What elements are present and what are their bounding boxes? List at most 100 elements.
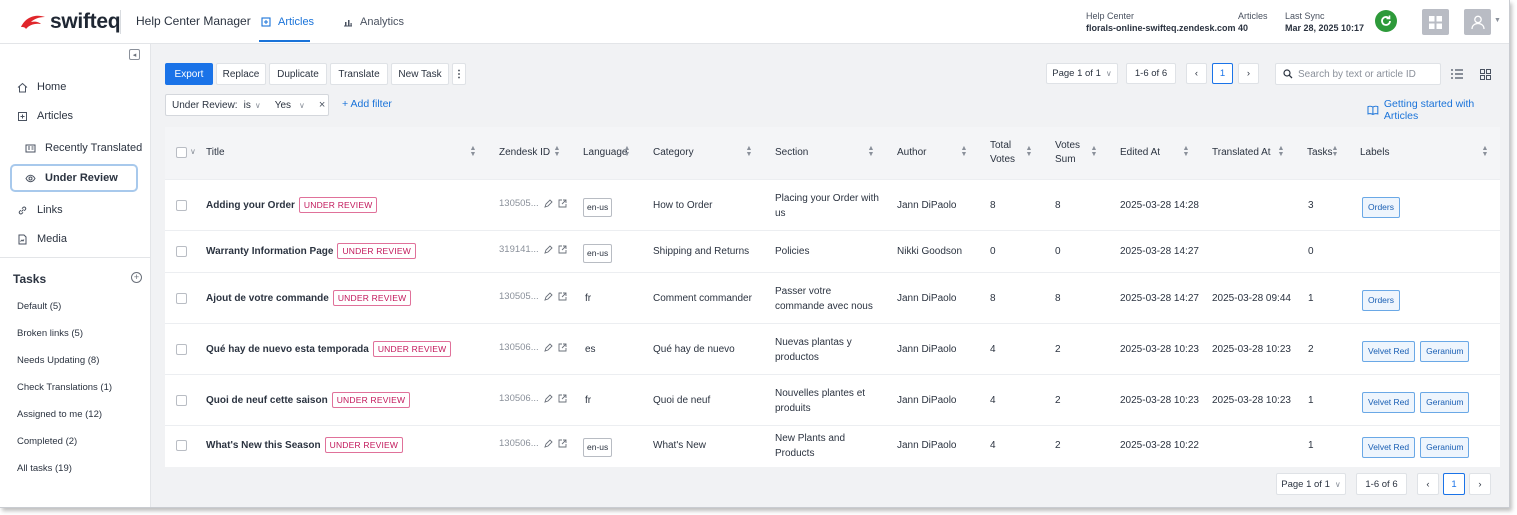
label-tag[interactable]: Geranium bbox=[1420, 437, 1470, 458]
external-link-icon[interactable] bbox=[558, 439, 567, 448]
article-title[interactable]: Ajout de votre commande bbox=[206, 293, 329, 304]
article-title[interactable]: What's New this Season bbox=[206, 440, 321, 451]
sidebar-item-recently-translated[interactable]: Recently Translated bbox=[25, 142, 142, 154]
sort-icon[interactable]: ▲ ▼ bbox=[1331, 145, 1339, 158]
column-labels[interactable]: Labels bbox=[1360, 127, 1389, 179]
sort-icon[interactable]: ▲ ▼ bbox=[469, 145, 477, 158]
row-checkbox[interactable] bbox=[176, 246, 187, 257]
tab-analytics[interactable]: Analytics bbox=[343, 16, 404, 28]
add-task-button[interactable]: + bbox=[131, 272, 142, 283]
edit-icon[interactable] bbox=[543, 245, 553, 254]
sync-button[interactable] bbox=[1375, 10, 1397, 32]
more-actions-button[interactable]: ⋮ bbox=[452, 63, 466, 85]
label-tag[interactable]: Velvet Red bbox=[1362, 341, 1416, 362]
row-checkbox[interactable] bbox=[176, 395, 187, 406]
chevron-down-icon[interactable]: ▼ bbox=[1494, 17, 1501, 24]
sort-icon[interactable]: ▲ ▼ bbox=[960, 145, 968, 158]
sort-icon[interactable]: ▲ ▼ bbox=[745, 145, 753, 158]
external-link-icon[interactable] bbox=[558, 394, 567, 403]
translate-button[interactable]: Translate bbox=[330, 63, 388, 85]
current-page-button[interactable]: 1 bbox=[1212, 63, 1233, 84]
sort-icon[interactable]: ▲ ▼ bbox=[553, 145, 561, 158]
collapse-sidebar-button[interactable]: ◂ bbox=[129, 49, 140, 60]
task-item-check-translations[interactable]: Check Translations (1) bbox=[17, 382, 112, 393]
label-tag[interactable]: Velvet Red bbox=[1362, 392, 1416, 413]
column-tasks[interactable]: Tasks bbox=[1307, 127, 1333, 179]
task-item-broken-links[interactable]: Broken links (5) bbox=[17, 328, 83, 339]
table-row[interactable]: Qué hay de nuevo esta temporada UNDER RE… bbox=[165, 323, 1500, 374]
table-row[interactable]: Quoi de neuf cette saison UNDER REVIEW 1… bbox=[165, 374, 1500, 425]
search-box[interactable] bbox=[1275, 63, 1441, 85]
column-language[interactable]: Language bbox=[583, 127, 628, 179]
table-row[interactable]: Warranty Information Page UNDER REVIEW 3… bbox=[165, 230, 1500, 272]
bottom-page-select[interactable]: Page 1 of 1 ∨ bbox=[1276, 473, 1346, 495]
article-title-cell[interactable]: Quoi de neuf cette saison UNDER REVIEW bbox=[206, 392, 411, 408]
grid-view-button[interactable] bbox=[1476, 65, 1494, 83]
article-title-cell[interactable]: What's New this Season UNDER REVIEW bbox=[206, 437, 404, 453]
edit-icon[interactable] bbox=[543, 199, 553, 208]
sort-icon[interactable]: ▲ ▼ bbox=[867, 145, 875, 158]
filter-operator[interactable]: is bbox=[244, 100, 251, 111]
article-title[interactable]: Quoi de neuf cette saison bbox=[206, 395, 328, 406]
article-title[interactable]: Qué hay de nuevo esta temporada bbox=[206, 344, 369, 355]
table-row[interactable]: Adding your Order UNDER REVIEW 130505...… bbox=[165, 179, 1500, 230]
column-title[interactable]: Title bbox=[206, 127, 225, 179]
article-title[interactable]: Adding your Order bbox=[206, 200, 295, 211]
edit-icon[interactable] bbox=[543, 292, 553, 301]
task-item-default[interactable]: Default (5) bbox=[17, 301, 61, 312]
sort-icon[interactable]: ▲ ▼ bbox=[1481, 145, 1489, 158]
sidebar-item-media[interactable]: Media bbox=[17, 233, 67, 245]
column-edited-at[interactable]: Edited At bbox=[1120, 127, 1160, 179]
filter-chip-under-review[interactable]: Under Review: is ∨ Yes ∨ × bbox=[165, 94, 329, 116]
label-tag[interactable]: Orders bbox=[1362, 290, 1400, 311]
sort-icon[interactable]: ▲ ▼ bbox=[1277, 145, 1285, 158]
row-checkbox[interactable] bbox=[176, 293, 187, 304]
row-checkbox[interactable] bbox=[176, 440, 187, 451]
sidebar-item-under-review-content[interactable]: Under Review bbox=[25, 172, 118, 184]
article-title[interactable]: Warranty Information Page bbox=[206, 246, 333, 257]
chevron-down-icon[interactable]: ∨ bbox=[190, 147, 196, 156]
edit-icon[interactable] bbox=[543, 343, 553, 352]
row-checkbox[interactable] bbox=[176, 200, 187, 211]
prev-page-button[interactable]: ‹ bbox=[1186, 63, 1207, 84]
external-link-icon[interactable] bbox=[558, 199, 567, 208]
sidebar-item-home[interactable]: Home bbox=[17, 81, 66, 93]
column-zendesk-id[interactable]: Zendesk ID bbox=[499, 127, 550, 179]
user-avatar[interactable] bbox=[1464, 9, 1491, 35]
sidebar-item-links[interactable]: Links bbox=[17, 204, 63, 216]
tab-articles[interactable]: Articles bbox=[261, 16, 314, 28]
next-page-button[interactable]: › bbox=[1238, 63, 1259, 84]
article-title-cell[interactable]: Ajout de votre commande UNDER REVIEW bbox=[206, 290, 412, 306]
row-checkbox[interactable] bbox=[176, 344, 187, 355]
page-select[interactable]: Page 1 of 1 ∨ bbox=[1046, 63, 1118, 84]
bottom-prev-page-button[interactable]: ‹ bbox=[1417, 473, 1439, 495]
swifteq-logo[interactable]: swifteq bbox=[20, 10, 121, 34]
export-button[interactable]: Export bbox=[165, 63, 213, 85]
task-item-completed[interactable]: Completed (2) bbox=[17, 436, 77, 447]
task-item-assigned-to-me[interactable]: Assigned to me (12) bbox=[17, 409, 102, 420]
column-section[interactable]: Section bbox=[775, 127, 808, 179]
task-item-needs-updating[interactable]: Needs Updating (8) bbox=[17, 355, 99, 366]
article-title-cell[interactable]: Adding your Order UNDER REVIEW bbox=[206, 197, 378, 213]
label-tag[interactable]: Geranium bbox=[1420, 341, 1470, 362]
sidebar-item-articles[interactable]: Articles bbox=[17, 110, 73, 122]
column-translated-at[interactable]: Translated At bbox=[1212, 127, 1271, 179]
add-filter-link[interactable]: + Add filter bbox=[342, 98, 392, 110]
label-tag[interactable]: Orders bbox=[1362, 197, 1400, 218]
replace-button[interactable]: Replace bbox=[216, 63, 266, 85]
sort-icon[interactable]: ▲ ▼ bbox=[1182, 145, 1190, 158]
filter-value[interactable]: Yes bbox=[275, 100, 291, 111]
table-row[interactable]: What's New this Season UNDER REVIEW 1305… bbox=[165, 425, 1500, 465]
bottom-next-page-button[interactable]: › bbox=[1469, 473, 1491, 495]
label-tag[interactable]: Geranium bbox=[1420, 392, 1470, 413]
bottom-current-page-button[interactable]: 1 bbox=[1443, 473, 1465, 495]
select-all-checkbox[interactable] bbox=[176, 147, 187, 158]
column-total-votes[interactable]: Total Votes bbox=[990, 127, 1030, 179]
task-item-all-tasks[interactable]: All tasks (19) bbox=[17, 463, 72, 474]
column-author[interactable]: Author bbox=[897, 127, 926, 179]
external-link-icon[interactable] bbox=[558, 245, 567, 254]
external-link-icon[interactable] bbox=[558, 343, 567, 352]
sort-icon[interactable]: ▲ ▼ bbox=[1090, 145, 1098, 158]
close-icon[interactable]: × bbox=[319, 99, 325, 111]
table-row[interactable]: Ajout de votre commande UNDER REVIEW 130… bbox=[165, 272, 1500, 323]
